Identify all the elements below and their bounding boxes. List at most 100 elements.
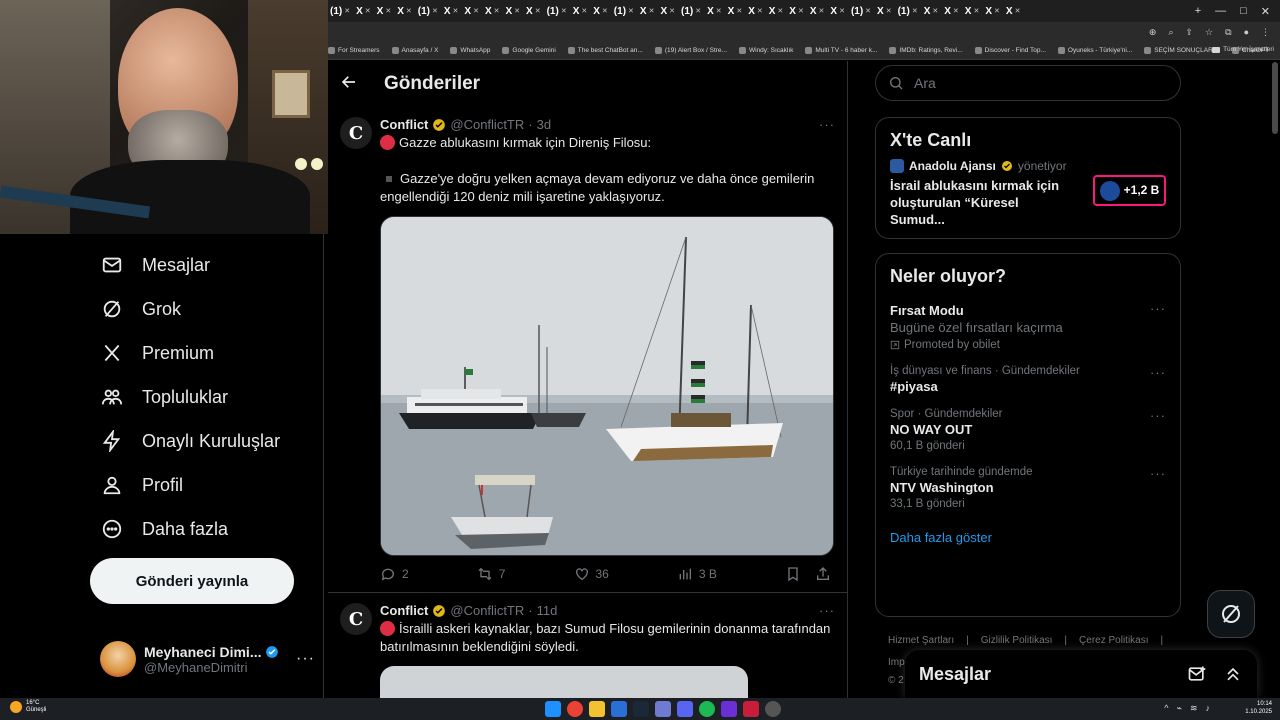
browser-tab[interactable]: X ✕ [526, 6, 541, 17]
tab-close-icon[interactable]: ✕ [736, 7, 742, 15]
extensions-icon[interactable]: ⧉ [1225, 27, 1231, 38]
tweet-date[interactable]: 11d [537, 603, 558, 618]
tab-close-icon[interactable]: ✕ [973, 7, 979, 15]
weather-widget[interactable]: 16°C Güneşli [10, 700, 46, 714]
browser-tab[interactable]: X ✕ [830, 6, 845, 17]
trend-item[interactable]: Spor · Gündemdekiler NO WAY OUT 60,1 B g… [876, 402, 1180, 460]
bookmark-item[interactable]: IMDb: Ratings, Revi... [889, 47, 963, 54]
live-source[interactable]: Anadolu Ajansı yönetiyor [876, 159, 1180, 173]
all-bookmarks-button[interactable]: Tüm Yer İşaretleri [1212, 46, 1274, 53]
footer-link-cut[interactable]: Imp [888, 657, 905, 668]
browser-tab[interactable]: X ✕ [356, 6, 371, 17]
trend-item[interactable]: Fırsat Modu Bugüne özel fırsatları kaçır… [876, 295, 1180, 359]
footer-link[interactable]: Çerez Politikası [1079, 635, 1148, 646]
browser-tab[interactable]: X ✕ [506, 6, 521, 17]
tweet-author-handle[interactable]: @ConflictTR [450, 603, 524, 618]
tab-close-icon[interactable]: ✕ [953, 7, 959, 15]
bookmark-item[interactable]: For Streamers [328, 47, 380, 54]
browser-tab[interactable]: X ✕ [965, 6, 980, 17]
browser-tab[interactable]: (1) ✕ [851, 6, 871, 17]
tab-close-icon[interactable]: ✕ [716, 7, 722, 15]
tab-close-icon[interactable]: ✕ [581, 7, 587, 15]
telegram-icon[interactable] [655, 701, 671, 717]
tab-close-icon[interactable]: ✕ [344, 7, 350, 15]
browser-tab[interactable]: X ✕ [789, 6, 804, 17]
file-explorer-icon[interactable] [589, 701, 605, 717]
browser-tab[interactable]: (1) ✕ [614, 6, 634, 17]
tab-close-icon[interactable]: ✕ [514, 7, 520, 15]
trend-item[interactable]: İş dünyası ve finans · Gündemdekiler #pi… [876, 359, 1180, 402]
account-more-icon[interactable]: ··· [296, 650, 315, 668]
share-icon[interactable]: ⇪ [1186, 27, 1194, 38]
views-button[interactable]: 3 B [677, 566, 717, 582]
tab-close-icon[interactable]: ✕ [819, 7, 825, 15]
browser-tab[interactable]: (1) ✕ [547, 6, 567, 17]
reply-button[interactable]: 2 [380, 566, 409, 582]
live-listeners-badge[interactable]: +1,2 B [1093, 175, 1166, 206]
maximize-button[interactable]: □ [1240, 5, 1247, 17]
tweet[interactable]: C Conflict @ConflictTR · 3d ··· Gazze ab… [328, 107, 847, 593]
repost-button[interactable]: 7 [477, 566, 505, 582]
tab-close-icon[interactable]: ✕ [365, 7, 371, 15]
nav-premium[interactable]: Premium [100, 333, 214, 373]
zoom-icon[interactable]: ⊕ [1149, 27, 1157, 38]
bookmark-item[interactable]: Multi TV - 6 haber k... [805, 47, 877, 54]
page-scrollbar[interactable] [1272, 62, 1278, 134]
app-icon[interactable] [611, 701, 627, 717]
browser-tab[interactable]: X ✕ [444, 6, 459, 17]
tab-close-icon[interactable]: ✕ [886, 7, 892, 15]
browser-tab[interactable]: X ✕ [877, 6, 892, 17]
wifi-icon[interactable]: ≋ [1190, 703, 1198, 714]
nav-more[interactable]: Daha fazla [100, 509, 228, 549]
new-message-icon[interactable] [1187, 664, 1207, 684]
browser-tab[interactable]: (1) ✕ [418, 6, 438, 17]
browser-tab[interactable]: X ✕ [397, 6, 412, 17]
footer-link[interactable]: Hizmet Şartları [888, 635, 954, 646]
chrome-icon[interactable] [567, 701, 583, 717]
bookmark-icon[interactable] [785, 566, 801, 582]
trend-more-icon[interactable]: ··· [1150, 365, 1166, 380]
discord-icon[interactable] [677, 701, 693, 717]
tweet-author-name[interactable]: Conflict [380, 117, 428, 132]
tab-close-icon[interactable]: ✕ [1015, 7, 1021, 15]
messages-drawer[interactable]: Mesajlar [905, 650, 1257, 698]
bookmark-item[interactable]: WhatsApp [450, 47, 490, 54]
tweet-date[interactable]: 3d [537, 117, 551, 132]
tab-close-icon[interactable]: ✕ [669, 7, 675, 15]
browser-tab[interactable]: X ✕ [707, 6, 722, 17]
browser-tab[interactable]: X ✕ [769, 6, 784, 17]
tab-close-icon[interactable]: ✕ [777, 7, 783, 15]
bookmark-item[interactable]: The best ChatBot an... [567, 47, 643, 54]
tab-close-icon[interactable]: ✕ [406, 7, 412, 15]
browser-tab[interactable]: X ✕ [924, 6, 939, 17]
tweet-avatar[interactable]: C [340, 603, 372, 635]
tweet-photo[interactable] [380, 666, 748, 698]
search-icon[interactable]: ⌕ [1168, 27, 1173, 38]
spotify-icon[interactable] [699, 701, 715, 717]
bookmark-item[interactable]: (19) Alert Box / Stre... [654, 47, 727, 54]
browser-tab[interactable]: X ✕ [748, 6, 763, 17]
post-button[interactable]: Gönderi yayınla [90, 558, 294, 604]
tweet-photo[interactable] [380, 216, 834, 556]
tab-close-icon[interactable]: ✕ [453, 7, 459, 15]
nav-profile[interactable]: Profil [100, 465, 183, 505]
footer-link[interactable]: Gizlilik Politikası [981, 635, 1053, 646]
tweet-more-icon[interactable]: ··· [819, 603, 835, 618]
tab-close-icon[interactable]: ✕ [628, 7, 634, 15]
minimize-button[interactable]: — [1215, 5, 1226, 17]
tab-close-icon[interactable]: ✕ [839, 7, 845, 15]
tab-close-icon[interactable]: ✕ [932, 7, 938, 15]
browser-tab[interactable]: X ✕ [593, 6, 608, 17]
browser-tab[interactable]: X ✕ [810, 6, 825, 17]
tweet-more-icon[interactable]: ··· [819, 117, 835, 132]
settings-icon[interactable] [765, 701, 781, 717]
tab-close-icon[interactable]: ✕ [494, 7, 500, 15]
tweet-avatar[interactable]: C [340, 117, 372, 149]
browser-tab[interactable]: (1) ✕ [681, 6, 701, 17]
steam-icon[interactable] [633, 701, 649, 717]
tweet-author-name[interactable]: Conflict [380, 603, 428, 618]
tweet-author-handle[interactable]: @ConflictTR [450, 117, 524, 132]
tab-close-icon[interactable]: ✕ [798, 7, 804, 15]
bookmark-item[interactable]: Windy: Sıcaklık [738, 47, 793, 54]
star-icon[interactable]: ☆ [1205, 27, 1213, 38]
